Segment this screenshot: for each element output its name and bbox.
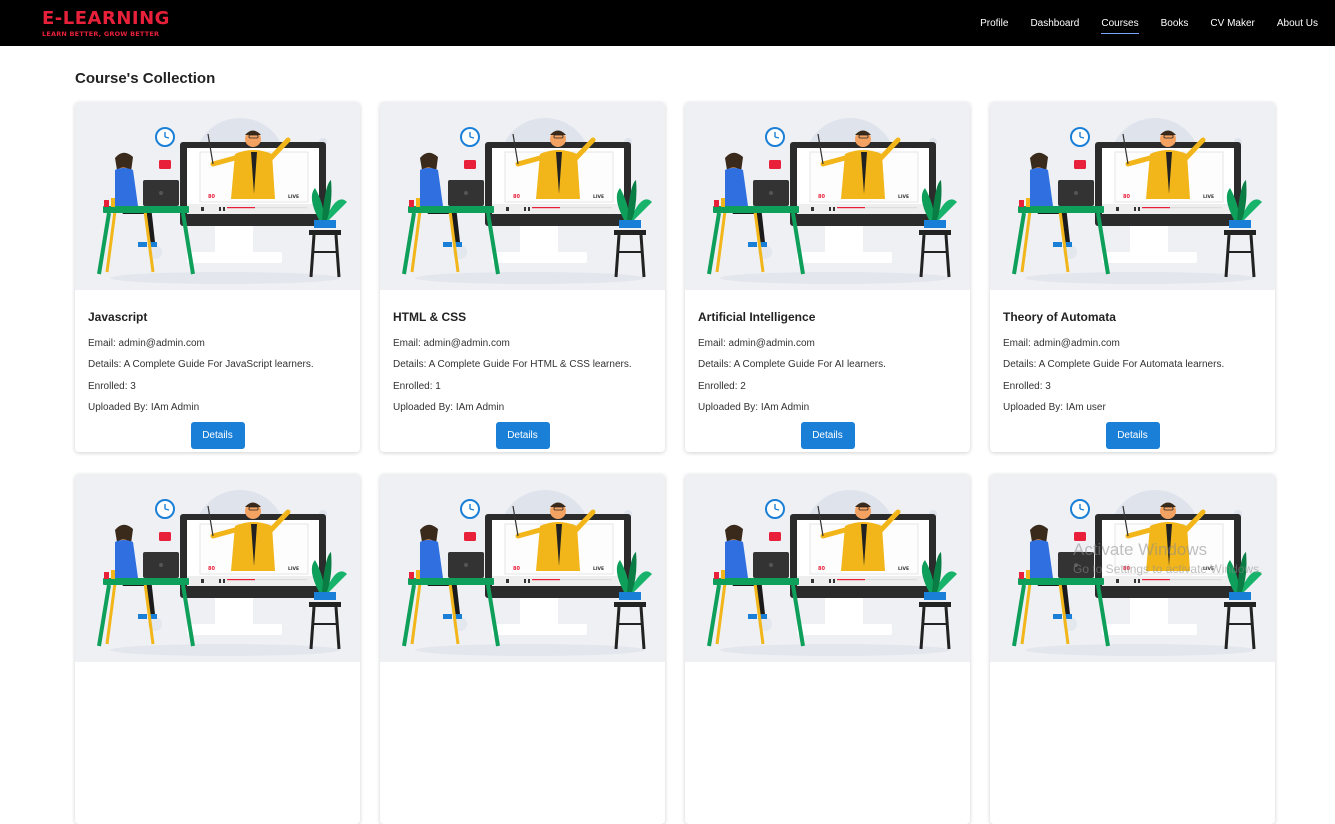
online-class-illustration: 80 LIVE [97, 118, 347, 284]
live-label: LIVE [898, 194, 909, 200]
live-label: LIVE [1203, 194, 1214, 200]
course-title: Theory of Automata [1003, 310, 1116, 324]
viewer-count: 80 [513, 194, 520, 200]
live-label: LIVE [288, 194, 299, 200]
course-details: Details: A Complete Guide For AI learner… [698, 359, 886, 371]
viewer-count: 80 [208, 194, 215, 200]
course-title: HTML & CSS [393, 310, 467, 324]
nav-link-courses[interactable]: Courses [1101, 18, 1139, 34]
nav-link-cv-maker[interactable]: CV Maker [1210, 18, 1254, 29]
viewer-count: 80 [818, 566, 825, 572]
course-email: Email: admin@admin.com [1003, 338, 1120, 349]
course-details: Details: A Complete Guide For JavaScript… [88, 359, 314, 371]
course-email: Email: admin@admin.com [698, 338, 815, 349]
course-card: 80 LIVE [75, 474, 360, 824]
online-class-illustration: 80 LIVE [97, 490, 347, 656]
online-class-illustration: 80 LIVE [1012, 118, 1262, 284]
top-navbar: E-LEARNING LEARN BETTER, GROW BETTER Pro… [0, 0, 1335, 46]
course-enrolled: Enrolled: 1 [393, 380, 441, 392]
windows-activation-watermark: Activate Windows Go to Settings to activ… [1073, 540, 1262, 576]
online-class-illustration: 80 LIVE [402, 118, 652, 284]
nav-link-about-us[interactable]: About Us [1277, 18, 1318, 29]
course-email: Email: admin@admin.com [88, 338, 205, 349]
viewer-count: 80 [818, 194, 825, 200]
course-details: Details: A Complete Guide For HTML & CSS… [393, 359, 632, 371]
course-illustration: 80 LIVE [685, 474, 970, 662]
viewer-count: 80 [208, 566, 215, 572]
nav-link-dashboard[interactable]: Dashboard [1030, 18, 1079, 29]
nav-link-books[interactable]: Books [1161, 18, 1189, 29]
course-illustration: 80 LIVE [685, 102, 970, 290]
viewer-count: 80 [1123, 194, 1130, 200]
details-button[interactable]: Details [190, 422, 245, 450]
course-card: 80 LIVE Theory of Automata Email: admin@… [990, 102, 1275, 452]
watermark-title: Activate Windows [1073, 540, 1208, 559]
course-card: 80 LIVE [990, 474, 1275, 824]
site-logo[interactable]: E-LEARNING LEARN BETTER, GROW BETTER [42, 8, 170, 39]
viewer-count: 80 [513, 566, 520, 572]
nav-link-profile[interactable]: Profile [980, 18, 1008, 29]
course-illustration: 80 LIVE [990, 102, 1275, 290]
online-class-illustration: 80 LIVE [402, 490, 652, 656]
course-card: 80 LIVE [380, 474, 665, 824]
course-uploaded-by: Uploaded By: IAm user [1003, 401, 1106, 413]
course-illustration: 80 LIVE [75, 102, 360, 290]
logo-tagline: LEARN BETTER, GROW BETTER [42, 30, 160, 38]
live-label: LIVE [593, 194, 604, 200]
logo-title: E-LEARNING [42, 8, 170, 29]
course-card: 80 LIVE [685, 474, 970, 824]
course-card: 80 LIVE HTML & CSS Email: admin@admin.co… [380, 102, 665, 452]
page-title: Course's Collection [75, 70, 216, 87]
course-enrolled: Enrolled: 3 [88, 380, 136, 392]
course-email: Email: admin@admin.com [393, 338, 510, 349]
online-class-illustration: 80 LIVE [707, 118, 957, 284]
course-uploaded-by: Uploaded By: IAm Admin [698, 401, 810, 413]
course-illustration: 80 LIVE [380, 102, 665, 290]
live-label: LIVE [288, 566, 299, 572]
course-uploaded-by: Uploaded By: IAm Admin [393, 401, 505, 413]
course-card: 80 LIVE Artificial Intelligence Email: a… [685, 102, 970, 452]
course-details: Details: A Complete Guide For Automata l… [1003, 359, 1225, 371]
course-enrolled: Enrolled: 2 [698, 380, 746, 392]
details-button[interactable]: Details [800, 422, 855, 450]
watermark-subtitle: Go to Settings to activate Windows. [1073, 562, 1263, 576]
course-title: Javascript [88, 310, 148, 324]
nav-links: Profile Dashboard Courses Books CV Maker… [969, 0, 1329, 46]
course-title: Artificial Intelligence [698, 310, 816, 324]
live-label: LIVE [593, 566, 604, 572]
course-illustration: 80 LIVE [380, 474, 665, 662]
course-enrolled: Enrolled: 3 [1003, 380, 1051, 392]
course-card: 80 LIVE Javascript Email: admin@admin.co… [75, 102, 360, 452]
details-button[interactable]: Details [495, 422, 550, 450]
course-uploaded-by: Uploaded By: IAm Admin [88, 401, 200, 413]
online-class-illustration: 80 LIVE [707, 490, 957, 656]
details-button[interactable]: Details [1105, 422, 1160, 450]
course-illustration: 80 LIVE [75, 474, 360, 662]
live-label: LIVE [898, 566, 909, 572]
